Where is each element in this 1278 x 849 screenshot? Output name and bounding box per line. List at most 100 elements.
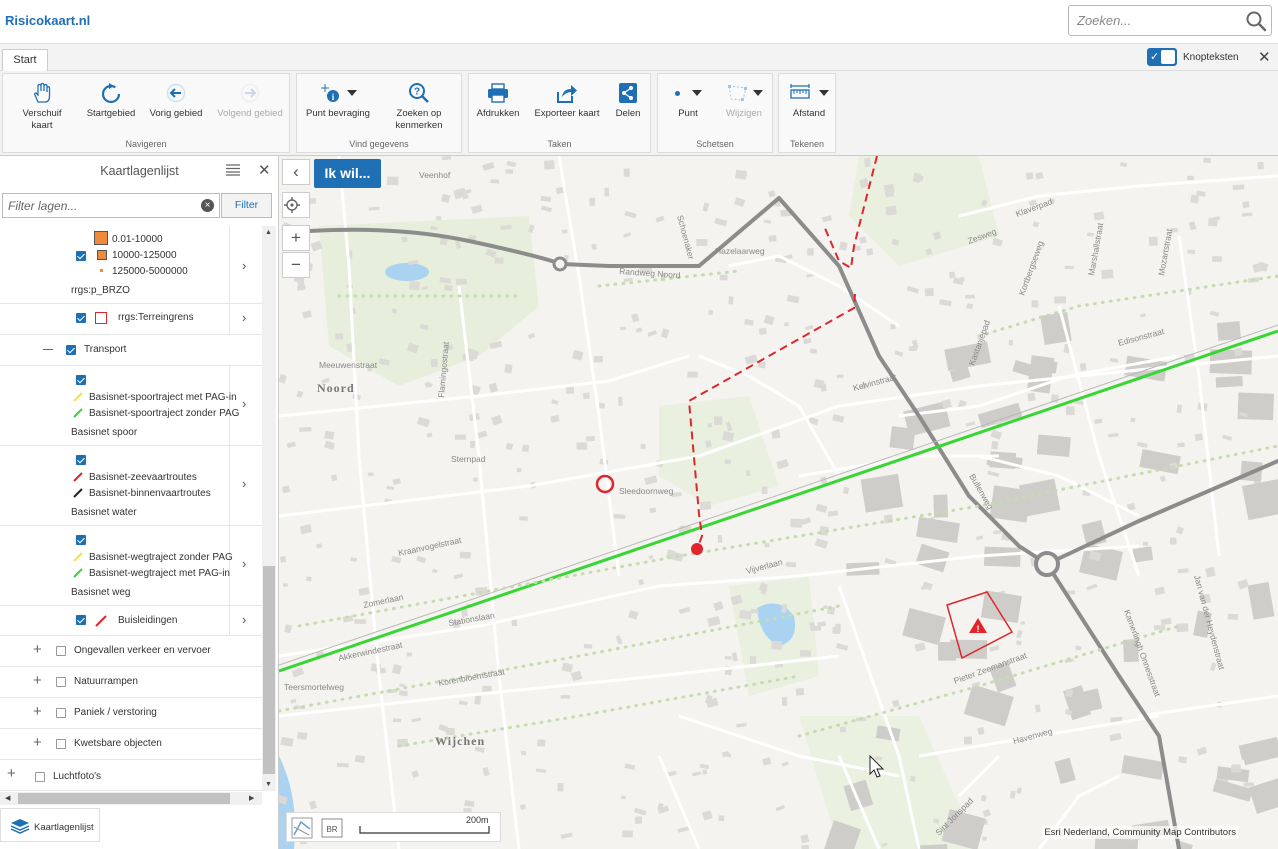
zoom-out-icon[interactable]: − (282, 252, 310, 278)
chevron-right-icon[interactable]: › (242, 310, 246, 325)
wijzigen-caret-icon[interactable] (752, 90, 763, 96)
ik-wil-button[interactable]: Ik wil... (314, 159, 381, 188)
panel-close-icon[interactable]: ✕ (258, 161, 271, 179)
building (504, 364, 513, 374)
clear-icon[interactable]: × (201, 199, 214, 212)
vertical-scrollbar[interactable]: ▲ ▼ (262, 226, 276, 791)
basemap-toggle-icon[interactable]: BR (321, 817, 343, 839)
building (786, 294, 800, 304)
building (1208, 217, 1218, 227)
building (1066, 406, 1075, 416)
building (1107, 432, 1119, 438)
collapse-icon[interactable] (43, 349, 53, 350)
layer-name: rrgs:Terreingrens (118, 312, 194, 323)
pipeline-endpoint-marker[interactable] (691, 543, 703, 555)
zoom-in-icon[interactable]: + (282, 225, 310, 251)
delen-button[interactable]: Delen (611, 82, 645, 120)
expand-icon[interactable]: + (33, 641, 42, 658)
layer-checkbox[interactable] (76, 615, 86, 625)
scroll-down-icon[interactable]: ▼ (265, 781, 272, 788)
verschuif-kaart-button[interactable]: Verschuif kaart (11, 82, 73, 132)
group-checkbox[interactable] (56, 677, 66, 687)
arrow-right-icon (240, 83, 260, 103)
expand-icon[interactable]: + (33, 734, 42, 751)
street-label: Korenbloemstraat (438, 666, 506, 688)
group-checkbox[interactable] (66, 345, 76, 355)
building (282, 582, 288, 587)
street-label: Kortbergseweg (1016, 239, 1045, 296)
brzo-risk-marker[interactable] (595, 474, 615, 494)
building (1086, 583, 1098, 591)
locate-icon[interactable] (282, 192, 310, 218)
afstand-label: Afstand (792, 108, 826, 119)
zoeken-op-kenmerken-button[interactable]: ? Zoeken op kenmerken (389, 82, 449, 132)
measure-distance-icon (790, 84, 810, 99)
horizontal-scroll-thumb[interactable] (18, 793, 230, 804)
volgend-gebied-button[interactable]: Volgend gebied (215, 82, 285, 120)
building (586, 435, 595, 442)
ribbon-close-icon[interactable]: ✕ (1258, 48, 1271, 66)
group-checkbox[interactable] (56, 708, 66, 718)
building (286, 441, 296, 448)
chevron-right-icon[interactable]: › (242, 396, 246, 411)
scroll-left-icon[interactable]: ◀ (5, 794, 10, 802)
building (455, 278, 467, 285)
building (790, 518, 803, 528)
collapse-panel-icon[interactable]: ‹ (282, 159, 310, 185)
roundabout (552, 256, 568, 272)
punt-caret-icon[interactable] (691, 90, 702, 96)
building (980, 794, 987, 802)
layer-checkbox[interactable] (76, 313, 86, 323)
building (799, 649, 812, 657)
scroll-up-icon[interactable]: ▲ (265, 229, 272, 236)
wijzigen-button[interactable]: Wijzigen (720, 82, 768, 120)
building (336, 762, 349, 768)
search-input[interactable] (1070, 7, 1240, 34)
chevron-right-icon[interactable]: › (242, 556, 246, 571)
filter-button[interactable]: Filter (221, 193, 272, 218)
knopteksten-toggle[interactable]: ✓ (1147, 48, 1177, 66)
horizontal-scrollbar[interactable]: ◀ ▶ (0, 792, 262, 805)
kaartlagenlijst-tab[interactable]: Kaartlagenlijst (0, 808, 100, 842)
expand-icon[interactable]: + (33, 703, 42, 720)
afstand-caret-icon[interactable] (819, 90, 829, 96)
exporteer-kaart-button[interactable]: Exporteer kaart (533, 82, 601, 120)
tab-start[interactable]: Start (2, 49, 48, 72)
afstand-button[interactable]: Afstand (785, 82, 833, 120)
punt-bevraging-button[interactable]: i Punt bevraging (303, 82, 373, 120)
building (280, 555, 287, 563)
vertical-scroll-thumb[interactable] (263, 566, 275, 774)
vorig-gebied-button[interactable]: Vorig gebied (147, 82, 205, 120)
group-checkbox[interactable] (56, 739, 66, 749)
punt-button[interactable]: Punt (666, 82, 710, 120)
building (401, 236, 408, 243)
chevron-right-icon[interactable]: › (242, 258, 246, 273)
legend-line-yellow (73, 392, 83, 402)
layer-checkbox[interactable] (35, 772, 45, 782)
building (1139, 449, 1181, 475)
startgebied-button[interactable]: Startgebied (83, 82, 139, 120)
warning-triangle-glyph: ! (977, 624, 980, 634)
punt-bevraging-caret-icon[interactable] (347, 90, 357, 96)
building (1119, 161, 1128, 168)
overview-map-icon[interactable] (291, 817, 313, 839)
chevron-right-icon[interactable]: › (242, 476, 246, 491)
layer-checkbox[interactable] (76, 455, 86, 465)
map-view[interactable]: ! Noord Wijchen Veenhof Schoenaker Hazel… (279, 156, 1278, 849)
app-title[interactable]: Risicokaart.nl (5, 13, 90, 28)
expand-icon[interactable]: + (7, 765, 16, 782)
chevron-right-icon[interactable]: › (242, 612, 246, 627)
expand-icon[interactable]: + (33, 672, 42, 689)
group-checkbox[interactable] (56, 646, 66, 656)
filter-input[interactable] (3, 194, 193, 217)
scroll-right-icon[interactable]: ▶ (249, 794, 254, 802)
layer-checkbox[interactable] (76, 535, 86, 545)
menu-icon[interactable] (226, 164, 240, 176)
afdrukken-button[interactable]: Afdrukken (475, 82, 521, 120)
layer-checkbox[interactable] (76, 251, 86, 261)
search-icon[interactable] (1245, 10, 1267, 32)
layer-checkbox[interactable] (76, 375, 86, 385)
building (540, 195, 552, 202)
building (560, 695, 570, 699)
wijzigen-label: Wijzigen (726, 108, 762, 119)
